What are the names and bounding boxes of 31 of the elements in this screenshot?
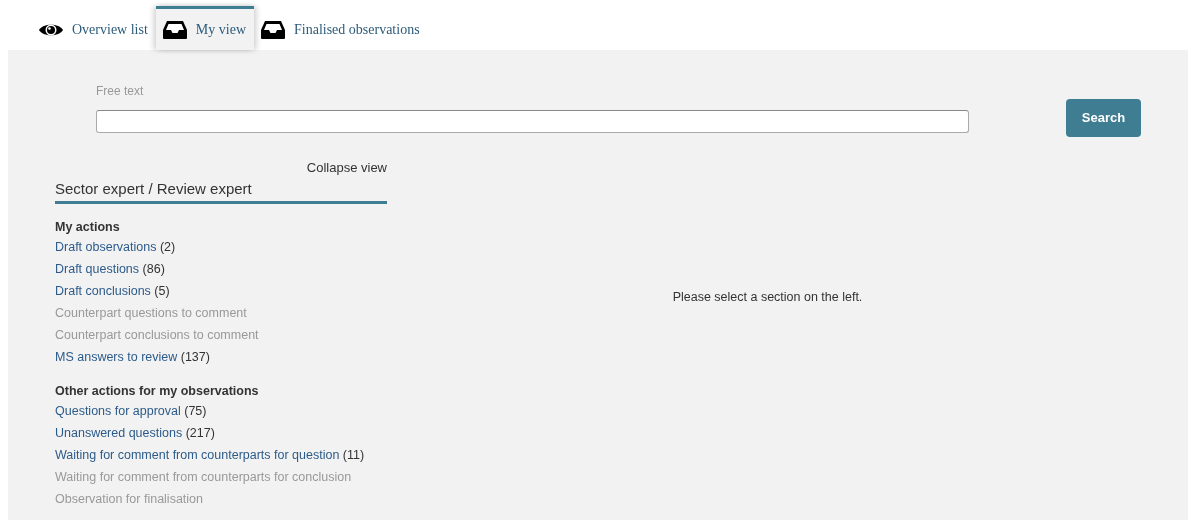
tray-icon	[161, 19, 188, 40]
tab[interactable]: Overview list	[32, 6, 156, 50]
section-title: Sector expert / Review expert	[55, 179, 252, 197]
action-link[interactable]: Draft questions	[55, 262, 140, 276]
group-heading: Other actions for my observations	[55, 383, 260, 400]
field-label: Free text	[96, 83, 145, 100]
action-link[interactable]: Unanswered questions	[55, 426, 183, 440]
count: (75)	[184, 404, 207, 418]
search-button[interactable]: Search	[1066, 99, 1141, 137]
count: (2)	[159, 240, 176, 254]
action-link[interactable]: Draft conclusions	[55, 284, 151, 298]
disabled-action: Counterpart conclusions to comment	[55, 328, 259, 342]
disabled-action: Observation for finalisation	[55, 492, 203, 506]
disabled-action: Waiting for comment from counterparts for conclusion	[55, 470, 352, 484]
count: (5)	[154, 284, 170, 298]
placeholder-message: Please select a section on the left.	[672, 289, 863, 306]
count: (86)	[142, 262, 165, 276]
disabled-action: Counterpart questions to comment	[55, 306, 247, 320]
action-link[interactable]: MS answers to review	[55, 350, 178, 364]
tab[interactable]: Finalised observations	[254, 6, 428, 50]
count: (11)	[342, 448, 365, 462]
group-heading: My actions	[55, 219, 121, 236]
search-field[interactable]	[96, 110, 969, 133]
action-link[interactable]: Questions for approval	[55, 404, 181, 418]
count: (137)	[180, 350, 210, 364]
count: (217)	[185, 426, 215, 440]
collapse-link[interactable]: Collapse view	[306, 160, 387, 175]
tab[interactable]: My view	[155, 6, 254, 50]
tray-icon	[260, 19, 286, 40]
action-link[interactable]: Draft observations	[55, 240, 157, 254]
action-link[interactable]: Waiting for comment from counterparts for question	[55, 448, 340, 462]
